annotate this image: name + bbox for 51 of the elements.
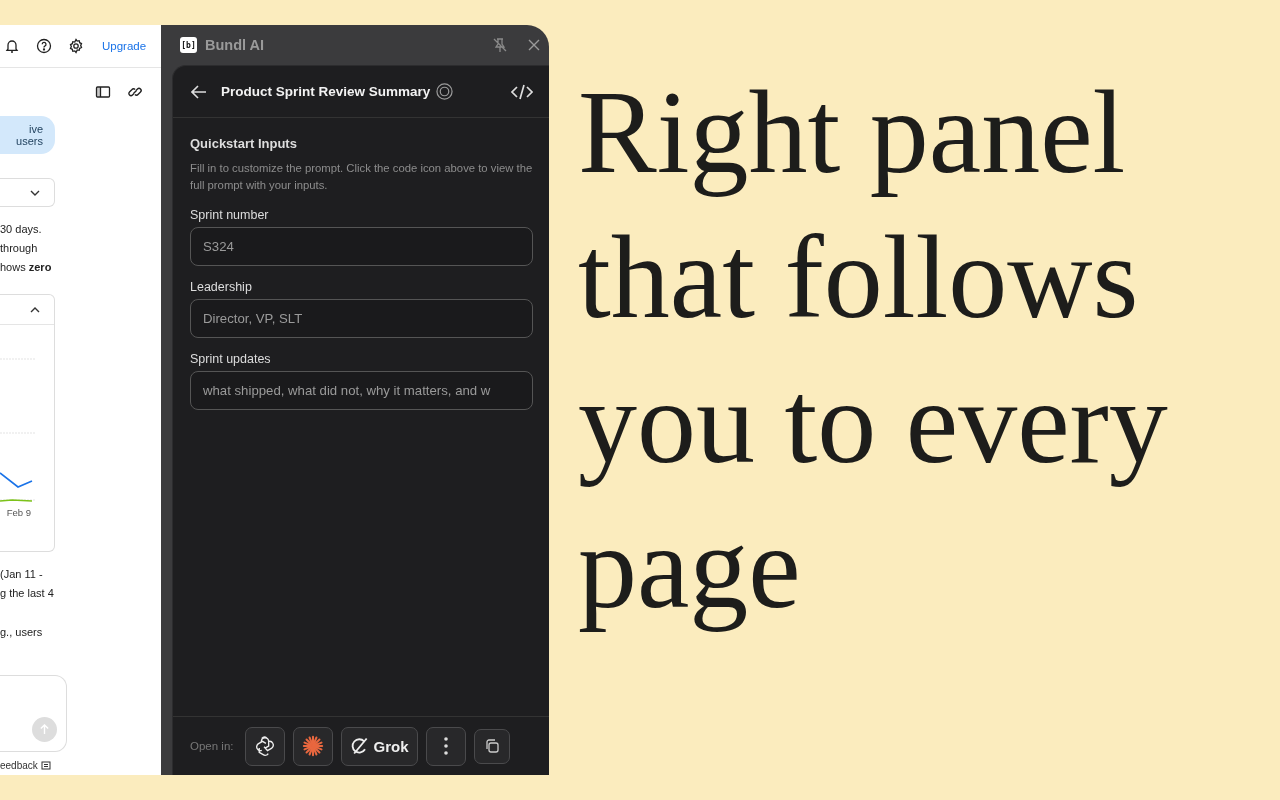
upgrade-link[interactable]: Upgrade [102,40,147,52]
open-in-button[interactable]: Grok [341,726,418,766]
headline: you to every [578,356,1168,490]
settings-icon[interactable] [68,38,84,54]
help-icon[interactable] [36,38,52,54]
message-input[interactable] [0,675,67,752]
paragraph-text: hows zero [0,260,53,274]
paragraph-text: g the last 4 [0,586,55,600]
unpin-button[interactable] [492,37,508,53]
field-label: Leadership [190,280,253,294]
paragraph-text: 30 days. [0,222,43,236]
app-logo: [b] [180,37,197,53]
starburst-icon [302,735,325,757]
hint-text: Fill in to customize the prompt. Click the code icon above to view the full prompt with your inputs. [190,161,533,193]
suggestion-chip[interactable]: ive users [0,116,55,154]
field-label: Sprint number [190,208,270,222]
axis-label: Feb 9 [5,507,32,518]
comment-icon[interactable] [40,760,51,771]
open-in-label: Open in: [190,740,234,752]
pin-off-icon [492,37,508,53]
copy-icon [483,738,500,754]
close-button[interactable] [528,39,540,51]
open-in-button[interactable] [245,726,286,766]
input-field[interactable]: S324 [190,227,533,266]
target-icon[interactable] [436,83,454,100]
chevron-up-icon[interactable] [30,306,40,313]
chevron-down-icon [30,189,40,196]
copy-button[interactable] [473,728,510,764]
back-arrow-icon [191,84,207,99]
headline: Right panel [578,66,1127,200]
app-name: Bundl AI [205,37,266,53]
input-field[interactable]: Director, VP, SLT [190,299,533,338]
knot-icon [254,735,277,757]
prompt-title: Product Sprint Review Summary [221,84,431,99]
paragraph-text: through [0,241,39,255]
arrow-up-icon [39,724,50,735]
bell-icon[interactable] [4,38,20,54]
headline: that follows [578,211,1140,345]
sidebar-icon[interactable] [95,84,111,100]
paragraph-text: (Jan 11 - [0,567,44,581]
close-icon [528,39,540,51]
headline: page [578,501,802,635]
more-icon [443,737,448,755]
paragraph-text: g., users [0,625,44,639]
feedback-link[interactable]: eedback [0,760,38,771]
code-icon [511,83,533,100]
back-button[interactable] [191,84,207,99]
section-title: Quickstart Inputs [190,136,298,151]
input-field[interactable]: what shipped, what did not, why it matters, and w [190,371,533,410]
field-label: Sprint updates [190,352,272,366]
code-button[interactable] [511,83,533,100]
